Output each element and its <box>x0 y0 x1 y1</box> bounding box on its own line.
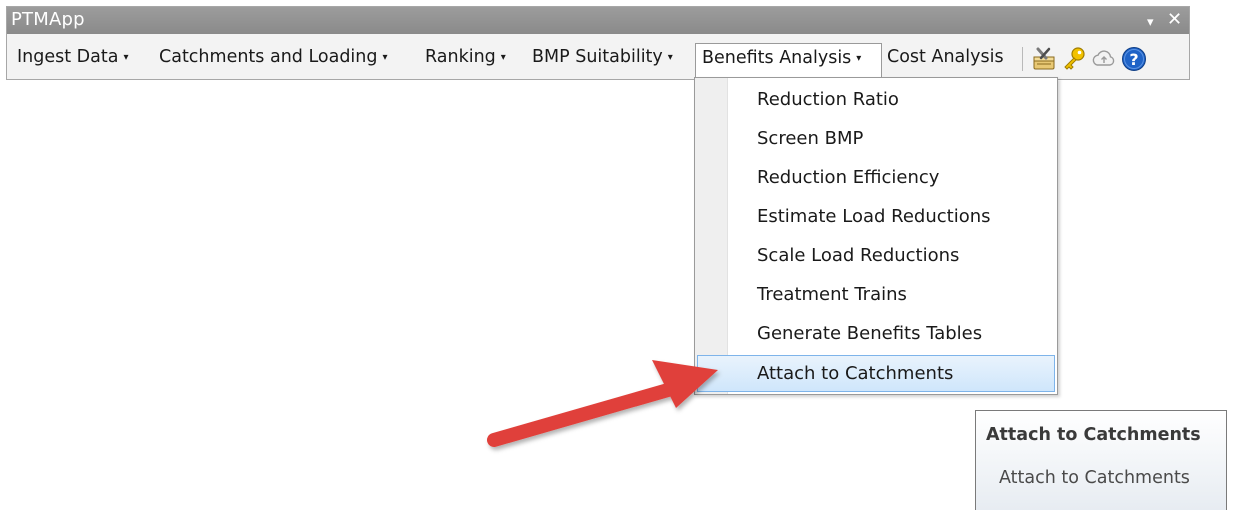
menu-item-attach-to-catchments[interactable]: Attach to Catchments <box>697 355 1055 392</box>
menu-label: Ingest Data <box>17 47 119 67</box>
menu-item-screen-bmp[interactable]: Screen BMP <box>697 120 1055 157</box>
menu-label: Benefits Analysis <box>702 48 852 68</box>
menu-label: Ranking <box>425 47 496 67</box>
menu-benefits-analysis[interactable]: Benefits Analysis ▾ <box>695 43 882 77</box>
menu-item-reduction-ratio[interactable]: Reduction Ratio <box>697 81 1055 118</box>
menu-catchments-and-loading[interactable]: Catchments and Loading ▾ <box>153 43 388 73</box>
ptmapp-toolbar-window: PTMApp ▾ ✕ Ingest Data ▾ Catchments and L… <box>6 6 1190 80</box>
chevron-down-icon: ▾ <box>500 52 506 63</box>
chevron-down-icon: ▾ <box>856 53 862 64</box>
menu-cost-analysis[interactable]: Cost Analysis <box>881 43 1004 73</box>
menu-item-generate-benefits-tables[interactable]: Generate Benefits Tables <box>697 315 1055 352</box>
chevron-down-icon: ▾ <box>123 52 129 63</box>
menu-bar: Ingest Data ▾ Catchments and Loading ▾ Ran… <box>7 39 1189 77</box>
menu-label: Cost Analysis <box>887 47 1004 67</box>
window-options-icon[interactable]: ▾ <box>1147 14 1154 32</box>
window-title: PTMApp <box>11 9 85 30</box>
menu-item-scale-load-reductions[interactable]: Scale Load Reductions <box>697 237 1055 274</box>
benefits-analysis-dropdown: Reduction Ratio Screen BMP Reduction Eff… <box>694 77 1058 395</box>
tooltip-title: Attach to Catchments <box>986 425 1201 445</box>
key-icon[interactable] <box>1061 46 1087 72</box>
toolbar-divider <box>1022 47 1023 71</box>
menu-item-estimate-load-reductions[interactable]: Estimate Load Reductions <box>697 198 1055 235</box>
window-close-icon[interactable]: ✕ <box>1167 11 1182 29</box>
tools-icon[interactable] <box>1031 46 1057 72</box>
menu-label: BMP Suitability <box>532 47 663 67</box>
help-icon[interactable]: ? <box>1121 46 1147 72</box>
svg-text:?: ? <box>1129 50 1138 69</box>
title-bar[interactable]: PTMApp ▾ ✕ <box>7 7 1189 34</box>
chevron-down-icon: ▾ <box>667 52 673 63</box>
menu-ranking[interactable]: Ranking ▾ <box>419 43 506 73</box>
menu-ingest-data[interactable]: Ingest Data ▾ <box>11 43 129 73</box>
menu-item-treatment-trains[interactable]: Treatment Trains <box>697 276 1055 313</box>
chevron-down-icon: ▾ <box>382 52 388 63</box>
menu-label: Catchments and Loading <box>159 47 378 67</box>
tooltip: Attach to Catchments Attach to Catchment… <box>975 410 1227 510</box>
menu-bmp-suitability[interactable]: BMP Suitability ▾ <box>526 43 673 73</box>
menu-item-reduction-efficiency[interactable]: Reduction Efficiency <box>697 159 1055 196</box>
tooltip-body: Attach to Catchments <box>999 468 1190 488</box>
cloud-icon[interactable] <box>1091 46 1117 72</box>
